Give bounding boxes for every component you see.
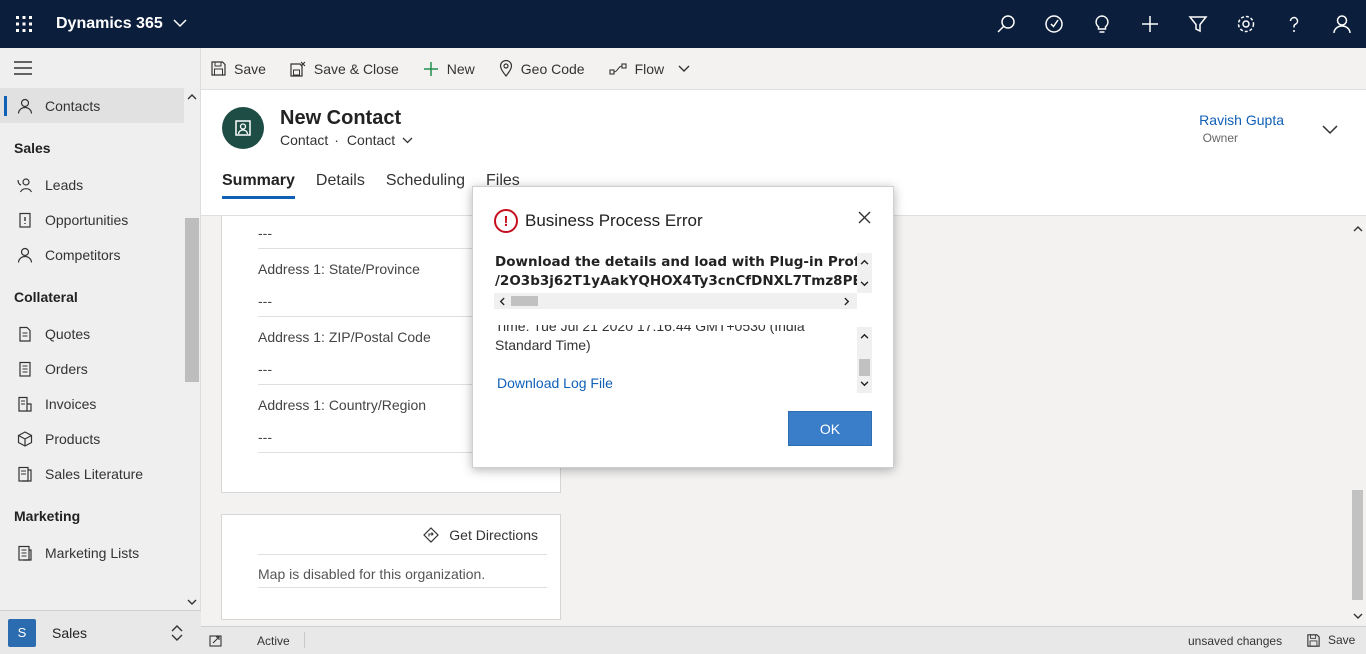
dialog-title: Business Process Error [525, 211, 703, 230]
scroll-up-icon[interactable] [860, 331, 869, 342]
scrollbar-thumb[interactable] [511, 296, 538, 306]
time-vertical-scrollbar[interactable] [857, 327, 872, 393]
details-vertical-scrollbar[interactable] [857, 253, 872, 293]
error-icon: ! [494, 209, 518, 233]
scroll-left-icon[interactable] [499, 297, 505, 309]
close-icon[interactable] [858, 211, 871, 227]
business-process-error-dialog: ! Business Process Error Download the de… [472, 186, 894, 468]
scroll-up-icon[interactable] [860, 257, 869, 268]
scrollbar-thumb[interactable] [859, 359, 870, 376]
scroll-down-icon[interactable] [860, 379, 869, 390]
error-details-textbox[interactable]: Download the details and load with Plug-… [494, 253, 872, 311]
scroll-down-icon[interactable] [860, 279, 869, 290]
error-details-line1: Download the details and load with Plug-… [495, 254, 869, 270]
error-time-text: Time: Tue Jul 21 2020 17:16:44 GMT+0530 … [495, 325, 835, 355]
details-horizontal-scrollbar[interactable] [494, 293, 857, 309]
error-time-line2: Standard Time) [495, 337, 591, 353]
error-time-line1: Time: Tue Jul 21 2020 17:16:44 GMT+0530 … [495, 325, 805, 334]
error-details-line2: /2O3b3j62T1yAakYQHOX4Ty3cnCfDNXL7Tmz8PEV [495, 273, 872, 289]
download-log-file-link[interactable]: Download Log File [497, 375, 613, 391]
scroll-right-icon[interactable] [844, 297, 850, 309]
ok-button[interactable]: OK [788, 411, 872, 446]
